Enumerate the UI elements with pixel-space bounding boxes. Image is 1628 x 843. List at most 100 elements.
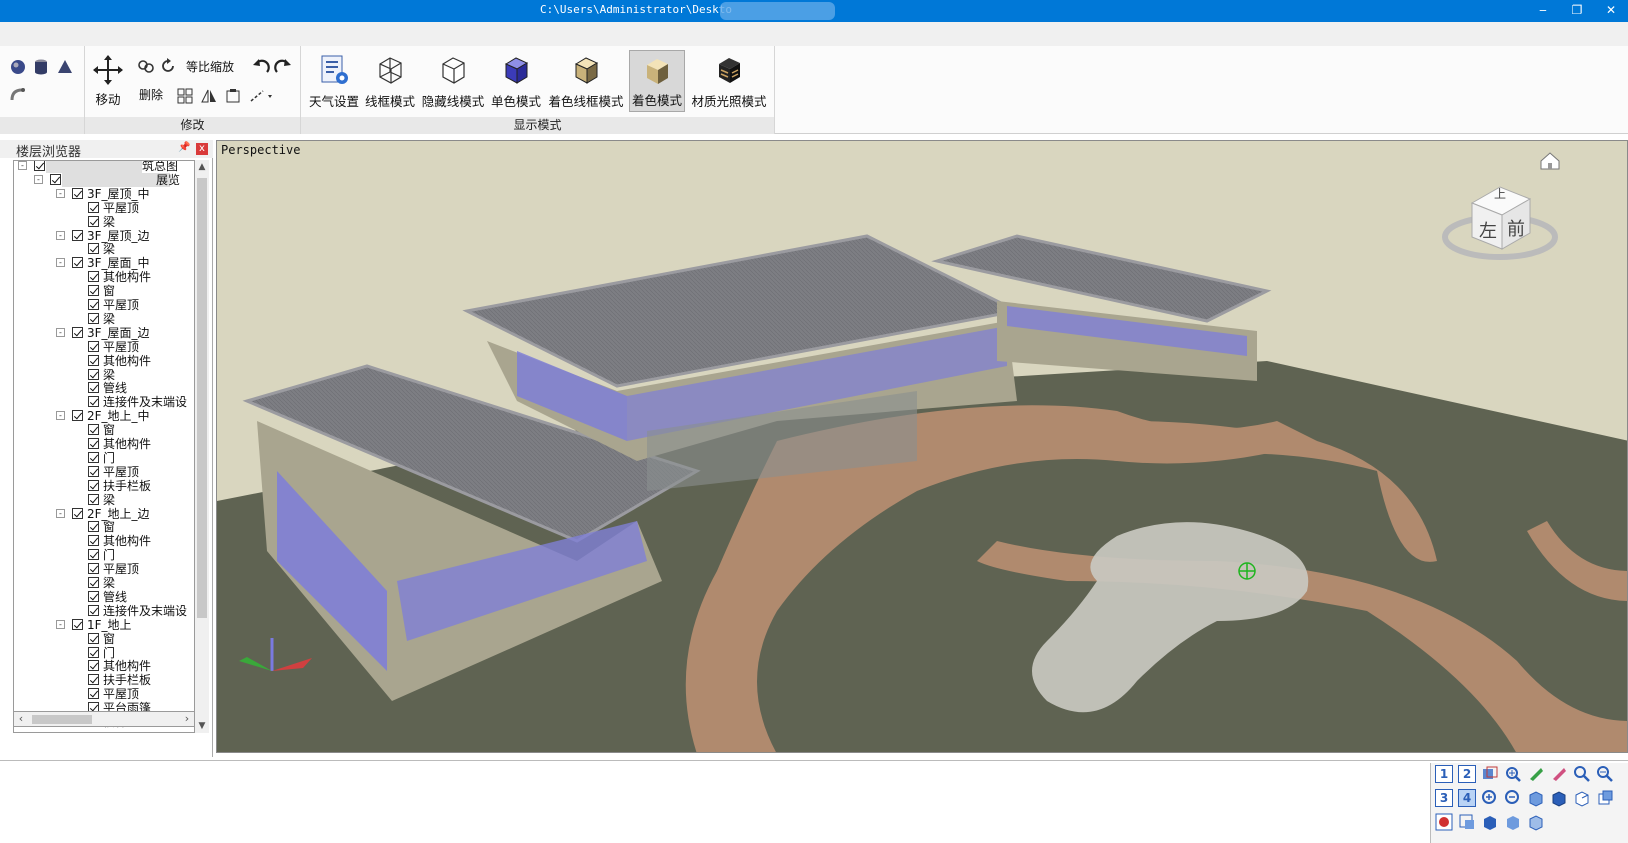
zoom-plus-icon[interactable] <box>1481 789 1499 807</box>
tree-checkbox[interactable] <box>88 674 99 686</box>
tree-checkbox[interactable] <box>88 479 99 491</box>
cube-front-icon[interactable] <box>1527 789 1545 807</box>
tree-expander-icon[interactable]: - <box>56 411 65 421</box>
cylinder-icon[interactable] <box>32 58 50 76</box>
scroll-thumb[interactable] <box>197 178 207 618</box>
view-1-button[interactable]: 1 <box>1435 765 1453 783</box>
cube-side-icon[interactable] <box>1573 789 1591 807</box>
tree-expander-icon[interactable]: - <box>56 508 65 518</box>
tree-checkbox[interactable] <box>88 271 99 283</box>
tree-expander-icon[interactable]: - <box>34 174 43 184</box>
array-icon[interactable] <box>177 88 193 104</box>
view-cube-top[interactable]: 上 <box>1494 185 1506 202</box>
scroll-left-icon[interactable]: ‹ <box>14 712 28 726</box>
tree-checkbox[interactable] <box>88 563 99 575</box>
tree-checkbox[interactable] <box>72 229 83 241</box>
tree-horizontal-scrollbar[interactable]: ‹ › <box>13 711 195 727</box>
tree-checkbox[interactable] <box>88 465 99 477</box>
zoom-minus-icon[interactable] <box>1504 789 1522 807</box>
tree-checkbox[interactable] <box>88 604 99 616</box>
shaded-mode-button[interactable]: 着色模式 <box>629 50 685 112</box>
tree-checkbox[interactable] <box>88 354 99 366</box>
rotate-icon[interactable] <box>159 57 177 75</box>
weather-settings-button[interactable]: 天气设置 <box>307 50 361 112</box>
view-iso-1-icon[interactable] <box>1481 813 1499 831</box>
hidden-line-mode-button[interactable]: 隐藏线模式 <box>419 50 487 112</box>
view-iso-3-icon[interactable] <box>1527 813 1545 831</box>
tree-checkbox[interactable] <box>72 257 83 269</box>
tree-checkbox[interactable] <box>88 299 99 310</box>
tree-checkbox[interactable] <box>88 521 99 533</box>
tree-expander-icon[interactable]: - <box>56 327 65 337</box>
view-2-button[interactable]: 2 <box>1458 765 1476 783</box>
monochrome-mode-button[interactable]: 单色模式 <box>489 50 543 112</box>
cube-iso-icon[interactable] <box>1596 789 1614 807</box>
tree-checkbox[interactable] <box>50 173 61 185</box>
close-window-button[interactable]: ✕ <box>1594 0 1628 22</box>
view-4-button[interactable]: 4 <box>1458 789 1476 807</box>
tree-checkbox[interactable] <box>88 215 99 227</box>
tree-checkbox[interactable] <box>72 618 83 630</box>
tree-checkbox[interactable] <box>88 632 99 644</box>
cube-top-icon[interactable] <box>1550 789 1568 807</box>
tree-checkbox[interactable] <box>88 493 99 505</box>
tree-checkbox[interactable] <box>88 577 99 588</box>
tree-checkbox[interactable] <box>88 438 99 449</box>
tree-expander-icon[interactable]: - <box>56 619 65 629</box>
measure-dropdown-icon[interactable] <box>249 88 275 104</box>
tree-checkbox[interactable] <box>88 451 99 463</box>
restore-button[interactable]: ❐ <box>1560 0 1594 22</box>
tree-expander-icon[interactable]: - <box>56 188 65 198</box>
tree-checkbox[interactable] <box>88 590 99 602</box>
view-3-button[interactable]: 3 <box>1435 789 1453 807</box>
tree-checkbox[interactable] <box>72 410 83 422</box>
layout-icon[interactable] <box>1481 765 1499 783</box>
delete-button[interactable]: 删除 <box>139 86 163 103</box>
copy-icon[interactable] <box>225 88 241 104</box>
link-icon[interactable] <box>137 57 155 75</box>
tree-checkbox[interactable] <box>72 187 83 199</box>
tree-checkbox[interactable] <box>88 285 99 297</box>
tree-checkbox[interactable] <box>72 326 83 338</box>
3d-viewport[interactable]: Perspective 上 左 前 <box>216 140 1628 753</box>
undo-icon[interactable] <box>251 57 271 77</box>
scale-button[interactable]: 等比缩放 <box>186 58 234 75</box>
tree-expander-icon[interactable]: - <box>56 230 65 240</box>
zoom-in-icon[interactable] <box>1573 765 1591 783</box>
tree-checkbox[interactable] <box>88 646 99 658</box>
scroll-up-icon[interactable]: ▲ <box>195 160 209 174</box>
scroll-down-icon[interactable]: ▼ <box>195 719 209 733</box>
minimize-button[interactable]: ‒ <box>1526 0 1560 22</box>
hscroll-thumb[interactable] <box>32 715 92 724</box>
tree-checkbox[interactable] <box>88 368 99 380</box>
wireframe-mode-button[interactable]: 线框模式 <box>363 50 417 112</box>
tree-checkbox[interactable] <box>88 201 99 213</box>
scroll-right-icon[interactable]: › <box>180 712 194 726</box>
tree-checkbox[interactable] <box>88 549 99 561</box>
sphere-icon[interactable] <box>9 58 27 76</box>
mirror-icon[interactable] <box>201 88 217 104</box>
tree-checkbox[interactable] <box>88 424 99 436</box>
zoom-window-icon[interactable] <box>1504 765 1522 783</box>
material-light-mode-button[interactable]: 材质光照模式 <box>687 50 771 112</box>
tree-vertical-scrollbar[interactable]: ▲ ▼ <box>195 160 209 733</box>
tree-checkbox[interactable] <box>88 312 99 324</box>
orbit-icon[interactable] <box>1550 765 1568 783</box>
zoom-extents-icon[interactable] <box>1596 765 1614 783</box>
close-panel-button[interactable]: x <box>196 143 208 155</box>
tree-expander-icon[interactable]: - <box>56 258 65 268</box>
tree-checkbox[interactable] <box>88 535 99 547</box>
pin-icon[interactable]: 📌 <box>178 142 190 153</box>
view-cube-left[interactable]: 左 <box>1479 217 1497 243</box>
tree-checkbox[interactable] <box>34 161 45 171</box>
home-icon[interactable] <box>1537 149 1563 173</box>
tree-checkbox[interactable] <box>72 507 83 519</box>
tree-checkbox[interactable] <box>88 660 99 672</box>
tree-checkbox[interactable] <box>88 382 99 394</box>
tree-checkbox[interactable] <box>88 243 99 255</box>
tree-expander-icon[interactable]: - <box>18 161 27 170</box>
tree-checkbox[interactable] <box>88 396 99 408</box>
move-button[interactable]: 移动 <box>89 50 127 107</box>
pipe-icon[interactable] <box>9 86 27 104</box>
view-cube-front[interactable]: 前 <box>1507 215 1525 241</box>
